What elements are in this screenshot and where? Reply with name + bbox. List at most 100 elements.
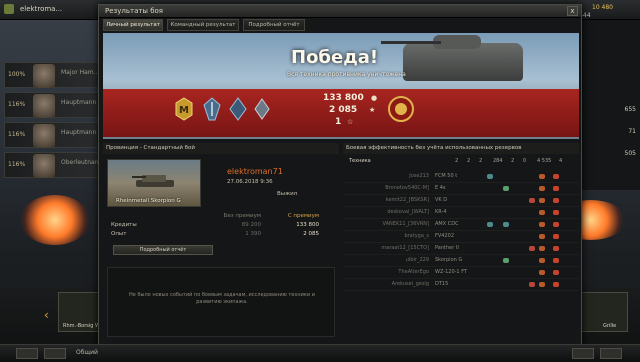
tab-personal[interactable]: Личный результат <box>103 19 163 31</box>
row-vehicle-name: DT15 <box>435 281 449 287</box>
row-vehicle-name: E 4s <box>435 185 446 191</box>
achievement-icon[interactable] <box>203 97 221 121</box>
vehicle-thumbnail: Rheinmetall Skorpion G <box>107 159 201 207</box>
vehicle-name: Rheinmetall Skorpion G <box>116 198 181 204</box>
achievement-mini-icon <box>553 234 559 239</box>
achievement-mini-icon <box>503 222 509 227</box>
tank-icon <box>132 175 174 187</box>
col-stat: 2 <box>479 158 483 164</box>
achievement-icon[interactable] <box>253 97 271 121</box>
efficiency-header: Боевая эффективность без учёта использов… <box>343 143 579 154</box>
vehicle-params-panel: 655 71 505 <box>582 20 640 190</box>
achievement-mini-icon <box>503 258 509 263</box>
carousel-left-arrow-icon[interactable]: ‹ <box>44 308 49 322</box>
chat-channel[interactable]: Общий <box>76 349 98 356</box>
window-title: Результаты боя <box>105 7 163 15</box>
row-player-name: VANEK11_[36VRN] <box>382 221 429 227</box>
row-vehicle-name: WZ-120-1 FT <box>435 269 468 275</box>
row-player-name: Arekusei_gesig <box>391 281 429 287</box>
table-row[interactable]: Jose213 FCM 50 t <box>343 171 579 183</box>
no-events-message: Не было новых событий по боевым задачам,… <box>129 292 315 305</box>
crew-portrait <box>33 154 55 178</box>
col-stat: 284 <box>493 158 503 164</box>
tab-team[interactable]: Командный результат <box>167 19 239 31</box>
table-row[interactable]: kemit22_[BSKSR] VK D <box>343 195 579 207</box>
crew-skill-pct: 116% <box>8 161 26 168</box>
close-button[interactable]: x <box>567 6 578 16</box>
team-efficiency-section: Боевая эффективность без учёта использов… <box>343 143 579 353</box>
col-stat: 2 <box>467 158 471 164</box>
notifications-button[interactable] <box>16 348 38 359</box>
battle-results-window: Результаты боя x Личный результат Команд… <box>98 4 582 356</box>
table-row[interactable]: TheAlterEgo WZ-120-1 FT <box>343 267 579 279</box>
achievement-mini-icon <box>539 186 545 191</box>
row-player-name: Jose213 <box>409 173 429 179</box>
table-row[interactable]: VANEK11_[36VRN] AMX CDC <box>343 219 579 231</box>
credits-label: Кредиты <box>111 222 137 228</box>
table-row[interactable]: Arekusei_gesig DT15 <box>343 279 579 291</box>
achievement-mini-icon <box>539 246 545 251</box>
settings-button[interactable] <box>600 348 622 359</box>
achievement-mini-icon <box>529 246 535 251</box>
xp-icon: ★ <box>369 106 376 114</box>
victory-title: Победа! <box>291 47 379 68</box>
menu-icon[interactable] <box>4 4 14 14</box>
achievement-mini-icon <box>553 282 559 287</box>
survival-status: Выжил <box>277 191 298 197</box>
gold-amount: 10 480 <box>592 4 613 11</box>
row-vehicle-name: KR-4 <box>435 209 447 215</box>
table-header: Техника 2 2 2 284 2 0 4 535 4 <box>343 158 579 168</box>
tab-detailed[interactable]: Подробный отчёт <box>243 19 305 31</box>
fire-effect <box>20 195 90 245</box>
param-value: 655 <box>624 106 636 113</box>
row-vehicle-name: Skorpion G <box>435 257 463 263</box>
xp-earned: 2 085 <box>329 105 358 115</box>
row-player-name: TheAlterEgo <box>398 269 429 275</box>
col-premium: С премиум <box>287 213 319 219</box>
tank-gun <box>381 41 441 44</box>
col-stat: 2 <box>455 158 459 164</box>
mastery-badge-icon[interactable]: M <box>175 97 193 121</box>
achievement-mini-icon <box>553 222 559 227</box>
credits-icon: ● <box>371 94 378 102</box>
details-report-button[interactable]: Подробный отчёт <box>113 245 213 255</box>
col-no-premium: Без премиум <box>223 213 261 219</box>
crew-portrait <box>33 64 55 88</box>
table-row[interactable]: maraat12_[15CTO] Panther II <box>343 243 579 255</box>
free-xp-icon: ☆ <box>347 118 354 126</box>
player-nickname[interactable]: elektroma... <box>20 5 62 13</box>
row-player-name: maraat12_[15CTO] <box>381 245 429 251</box>
contacts-button[interactable] <box>44 348 66 359</box>
table-row[interactable]: ulbir_229 Skorpion G <box>343 255 579 267</box>
table-row[interactable]: Bronetov540C-M] E 4s <box>343 183 579 195</box>
battle-date: 27.06.2018 9:36 <box>227 179 273 185</box>
achievement-mini-icon <box>529 198 535 203</box>
xp-label: Опыт <box>111 231 127 237</box>
crew-card[interactable]: 116% Hauptmann Z... <box>4 122 108 148</box>
achievement-mini-icon <box>487 222 493 227</box>
col-stat: 4 535 <box>537 158 552 164</box>
row-vehicle-name: Panther II <box>435 245 459 251</box>
vehicle-label: Rhm.-Borsig W. <box>63 323 101 329</box>
col-stat: 2 <box>511 158 515 164</box>
eye-icon[interactable] <box>572 348 594 359</box>
crew-card[interactable]: 116% Hauptmann G... <box>4 92 109 118</box>
achievement-mini-icon <box>553 246 559 251</box>
achievement-mini-icon <box>539 282 545 287</box>
carousel-vehicle-card[interactable]: Grille <box>578 292 628 332</box>
free-xp-earned: 1 <box>335 117 342 127</box>
crew-card[interactable]: 100% Major Ham... <box>4 62 100 88</box>
achievement-icon[interactable] <box>229 97 247 121</box>
table-row[interactable]: bratyga_s FV4202 <box>343 231 579 243</box>
achievement-mini-icon <box>539 270 545 275</box>
crew-portrait <box>33 124 55 148</box>
crew-portrait <box>33 94 55 118</box>
achievement-mini-icon <box>539 174 545 179</box>
row-vehicle-name: AMX CDC <box>435 221 459 227</box>
col-vehicle: Техника <box>349 158 371 164</box>
row-vehicle-name: VK D <box>435 197 448 203</box>
table-row[interactable]: deskoval_[WALT] KR-4 <box>343 207 579 219</box>
vehicle-label: Grille <box>603 323 617 329</box>
crew-card[interactable]: 116% Oberleutnant Z... <box>4 152 113 178</box>
clan-emblem-icon[interactable] <box>387 95 415 123</box>
